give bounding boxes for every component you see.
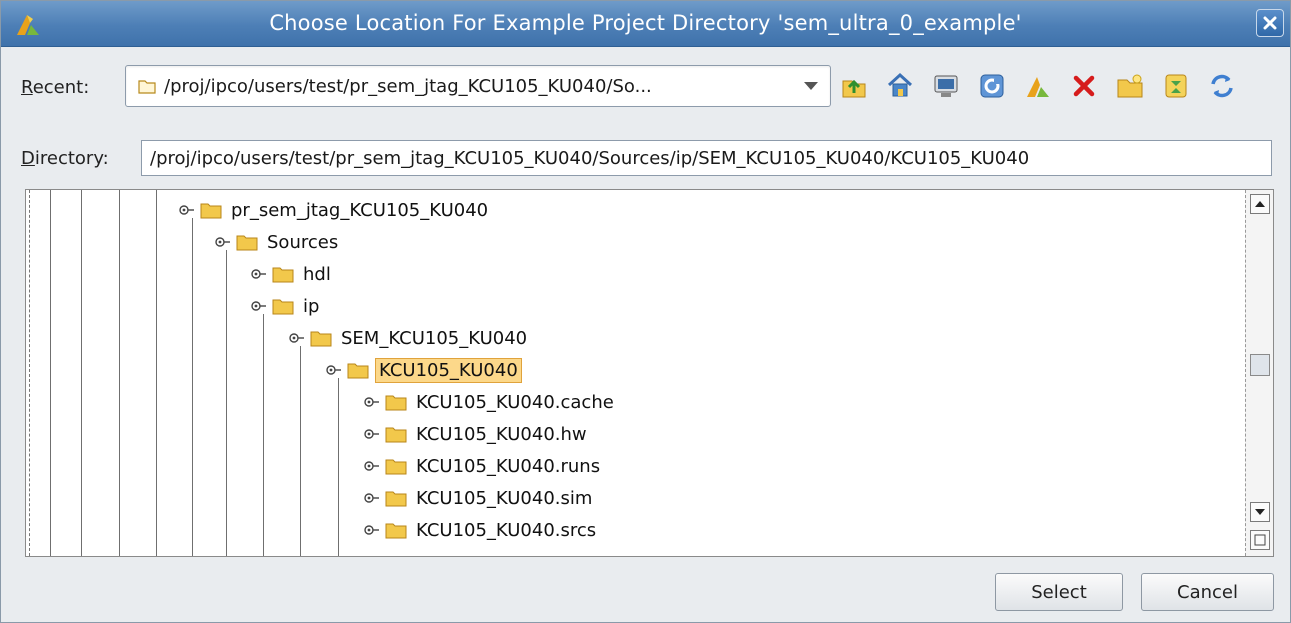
tree-expander-icon[interactable]: [212, 233, 230, 251]
recent-dropdown[interactable]: /proj/ipco/users/test/pr_sem_jtag_KCU105…: [125, 65, 831, 107]
delete-icon[interactable]: [1069, 71, 1099, 101]
cancel-button[interactable]: Cancel: [1141, 573, 1274, 611]
collapse-icon[interactable]: [1161, 71, 1191, 101]
scroll-thumb[interactable]: [1250, 354, 1270, 376]
tree-expander-icon[interactable]: [248, 265, 266, 283]
tree-node[interactable]: KCU105_KU040.srcs: [361, 514, 599, 546]
desktop-icon[interactable]: [931, 71, 961, 101]
tree-expander-icon[interactable]: [176, 201, 194, 219]
recent-label-mnemonic: R: [21, 77, 33, 98]
tree-node-label: KCU105_KU040: [375, 357, 522, 383]
tree-node-label: pr_sem_jtag_KCU105_KU040: [231, 199, 489, 221]
tree-node[interactable]: Sources: [212, 226, 341, 258]
tree-node-label: KCU105_KU040.hw: [416, 423, 587, 445]
tree-node[interactable]: SEM_KCU105_KU040: [286, 322, 530, 354]
tree-guide-line: [300, 346, 301, 556]
tree-guide-line: [263, 314, 264, 556]
tree-expander-icon[interactable]: [286, 329, 304, 347]
recent-label-rest: ecent:: [32, 77, 90, 98]
folder-icon: [385, 395, 407, 411]
chevron-down-icon[interactable]: [804, 82, 818, 90]
recent-label: Recent:: [21, 77, 89, 98]
arrow-up-icon: [1255, 201, 1265, 207]
dialog-title: Choose Location For Example Project Dire…: [269, 11, 1022, 35]
folder-icon: [272, 267, 294, 283]
tree-node[interactable]: KCU105_KU040.cache: [361, 386, 617, 418]
tree-guide-line: [192, 218, 193, 556]
directory-input[interactable]: /proj/ipco/users/test/pr_sem_jtag_KCU105…: [141, 140, 1272, 176]
tree-expander-icon[interactable]: [361, 489, 379, 507]
arrow-down-icon: [1255, 509, 1265, 515]
folder-icon: [385, 523, 407, 539]
vertical-scrollbar[interactable]: [1245, 190, 1273, 556]
tree-expander-icon[interactable]: [361, 393, 379, 411]
tree-border: [29, 190, 30, 556]
folder-icon: [236, 235, 258, 251]
tree-node-label: hdl: [303, 263, 331, 285]
tree-expander-icon[interactable]: [361, 425, 379, 443]
tree-expander-icon[interactable]: [361, 457, 379, 475]
tree-node[interactable]: KCU105_KU040.hw: [361, 418, 590, 450]
tree-expander-icon[interactable]: [323, 361, 341, 379]
close-button[interactable]: [1256, 9, 1284, 37]
folder-icon: [347, 363, 369, 379]
tree-node-label: KCU105_KU040.cache: [416, 391, 614, 413]
tree-expander-icon[interactable]: [361, 521, 379, 539]
tree-node-label: ip: [303, 295, 320, 317]
folder-icon: [385, 459, 407, 475]
tree-expander-icon[interactable]: [248, 297, 266, 315]
tree-guide-line: [50, 190, 51, 556]
folder-icon: [138, 80, 156, 94]
folder-icon: [310, 331, 332, 347]
tree-guide-line: [338, 378, 339, 556]
directory-label: Directory:: [21, 148, 109, 169]
recent-value: /proj/ipco/users/test/pr_sem_jtag_KCU105…: [164, 76, 652, 97]
sync-icon[interactable]: [1207, 71, 1237, 101]
directory-label-rest: irectory:: [34, 148, 109, 169]
up-folder-icon[interactable]: [839, 71, 869, 101]
tree-guide-line: [119, 190, 120, 556]
project-icon[interactable]: [1023, 71, 1053, 101]
folder-icon: [200, 203, 222, 219]
tree-guide-line: [226, 250, 227, 556]
tree-node-label: SEM_KCU105_KU040: [341, 327, 528, 349]
folder-icon: [385, 427, 407, 443]
scroll-down-button[interactable]: [1250, 502, 1270, 522]
square-icon: [1254, 534, 1266, 546]
close-icon: [1263, 16, 1277, 30]
title-bar[interactable]: Choose Location For Example Project Dire…: [1, 1, 1290, 47]
tree-node-selected[interactable]: KCU105_KU040: [323, 354, 522, 386]
folder-icon: [272, 299, 294, 315]
tree-node-label: KCU105_KU040.runs: [416, 455, 601, 477]
tree-node[interactable]: KCU105_KU040.runs: [361, 450, 603, 482]
refresh-location-icon[interactable]: [977, 71, 1007, 101]
folder-icon: [385, 491, 407, 507]
tree-node-label: KCU105_KU040.srcs: [416, 519, 597, 541]
tree-node[interactable]: pr_sem_jtag_KCU105_KU040: [176, 194, 491, 226]
tree-node[interactable]: KCU105_KU040.sim: [361, 482, 595, 514]
select-button[interactable]: Select: [995, 573, 1123, 611]
dialog-window: Choose Location For Example Project Dire…: [0, 0, 1291, 623]
tree-node-label: Sources: [267, 231, 339, 253]
tree-node[interactable]: hdl: [248, 258, 334, 290]
tree-guide-line: [81, 190, 82, 556]
tree-node[interactable]: ip: [248, 290, 322, 322]
new-folder-icon[interactable]: [1115, 71, 1145, 101]
scroll-corner-button[interactable]: [1250, 530, 1270, 550]
tree-node-label: KCU105_KU040.sim: [416, 487, 593, 509]
tree-guide-line: [156, 190, 157, 556]
directory-label-mnemonic: D: [21, 148, 35, 169]
home-icon[interactable]: [885, 71, 915, 101]
directory-value: /proj/ipco/users/test/pr_sem_jtag_KCU105…: [150, 148, 1030, 169]
scroll-up-button[interactable]: [1250, 194, 1270, 214]
folder-tree[interactable]: pr_sem_jtag_KCU105_KU040 Sources hdl ip …: [25, 189, 1274, 557]
